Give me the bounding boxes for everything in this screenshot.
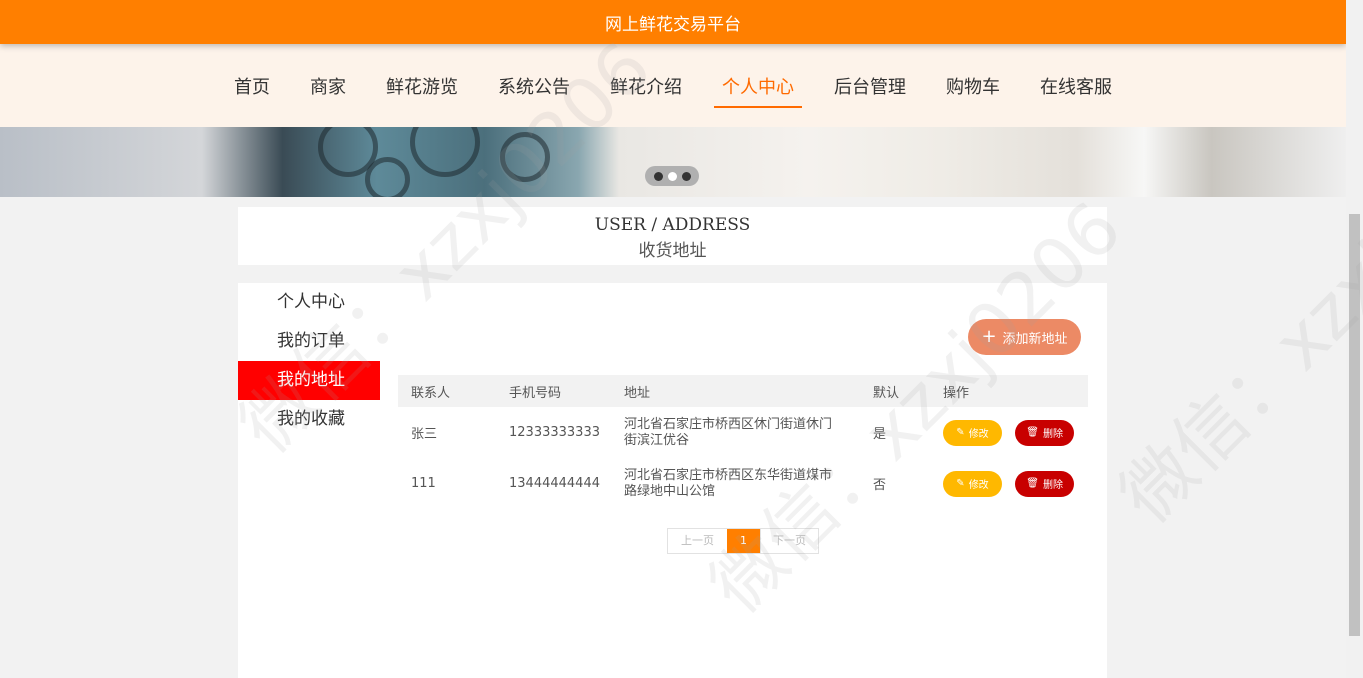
- main-nav: 首页 商家 鲜花游览 系统公告 鲜花介绍 个人中心 后台管理 购物车 在线客服: [0, 44, 1346, 127]
- section-title-zh: 收货地址: [638, 241, 707, 261]
- next-page-button[interactable]: 下一页: [760, 529, 818, 553]
- section-heading: USER / ADDRESS 收货地址: [238, 207, 1107, 265]
- sidebar-item-personal-center[interactable]: 个人中心: [238, 283, 380, 322]
- delete-button[interactable]: 🗑 删除: [1015, 419, 1075, 446]
- nav-item-personal-center[interactable]: 个人中心: [714, 69, 802, 108]
- column-header-address: 地址: [624, 385, 651, 401]
- edit-label: 修改: [968, 429, 989, 440]
- edit-button[interactable]: ✎ 修改: [943, 419, 1002, 446]
- column-header-phone: 手机号码: [509, 385, 562, 401]
- sidebar-item-my-address[interactable]: 我的地址: [238, 361, 380, 400]
- nav-item-admin[interactable]: 后台管理: [826, 69, 914, 103]
- add-address-label: 添加新地址: [1002, 331, 1068, 347]
- edit-label: 修改: [968, 480, 989, 491]
- cell-contact: 张三: [411, 427, 438, 442]
- nav-item-cart[interactable]: 购物车: [938, 69, 1008, 103]
- pagination: 上一页 1 下一页: [667, 528, 819, 554]
- delete-label: 删除: [1042, 429, 1063, 440]
- sidebar-item-my-orders[interactable]: 我的订单: [238, 322, 380, 361]
- section-title-en: USER / ADDRESS: [594, 215, 751, 235]
- add-address-button[interactable]: + 添加新地址: [968, 319, 1081, 355]
- cell-actions: ✎ 修改 🗑 删除: [930, 458, 1088, 509]
- carousel-indicator: [645, 166, 699, 186]
- carousel-dot[interactable]: [681, 171, 691, 181]
- column-header-actions: 操作: [943, 385, 970, 401]
- table-row: 111 13444444444 河北省石家庄市桥西区东华街道煤市路绿地中山公馆 …: [398, 458, 1088, 509]
- user-sidebar: 个人中心 我的订单 我的地址 我的收藏: [238, 283, 380, 439]
- banner-image: [0, 127, 1346, 197]
- address-table: 联系人 手机号码 地址 默认 操作 张三 12333333333 河北省石家庄市…: [398, 375, 1088, 509]
- page-scrollbar[interactable]: [1346, 0, 1363, 678]
- carousel-dot-active[interactable]: [667, 171, 677, 181]
- trash-icon: 🗑: [1026, 427, 1039, 438]
- nav-item-customer-service[interactable]: 在线客服: [1032, 69, 1120, 103]
- column-header-contact: 联系人: [411, 385, 451, 401]
- cell-contact: 111: [411, 476, 436, 491]
- pencil-icon: ✎: [956, 478, 965, 489]
- cell-default: 否: [873, 478, 887, 493]
- page-number-current[interactable]: 1: [727, 529, 760, 553]
- table-row: 张三 12333333333 河北省石家庄市桥西区休门街道休门街滨江优谷 是 ✎…: [398, 407, 1088, 458]
- cell-phone: 12333333333: [509, 425, 600, 440]
- edit-button[interactable]: ✎ 修改: [943, 470, 1002, 497]
- table-header-row: 联系人 手机号码 地址 默认 操作: [398, 375, 1088, 407]
- plus-icon: +: [981, 326, 997, 347]
- trash-icon: 🗑: [1026, 478, 1039, 489]
- cell-default: 是: [873, 427, 887, 442]
- cell-phone: 13444444444: [509, 476, 600, 491]
- nav-item-announcements[interactable]: 系统公告: [490, 69, 578, 103]
- prev-page-button[interactable]: 上一页: [668, 529, 727, 553]
- delete-label: 删除: [1042, 480, 1063, 491]
- carousel-dot[interactable]: [653, 171, 663, 181]
- site-title: 网上鲜花交易平台: [605, 14, 741, 35]
- cell-actions: ✎ 修改 🗑 删除: [930, 407, 1088, 458]
- delete-button[interactable]: 🗑 删除: [1015, 470, 1075, 497]
- sidebar-item-my-favorites[interactable]: 我的收藏: [238, 400, 380, 439]
- top-header: 网上鲜花交易平台: [0, 0, 1346, 44]
- cell-address: 河北省石家庄市桥西区东华街道煤市路绿地中山公馆: [624, 467, 833, 499]
- nav-item-home[interactable]: 首页: [226, 69, 278, 103]
- pencil-icon: ✎: [956, 427, 965, 438]
- nav-item-merchants[interactable]: 商家: [302, 69, 354, 103]
- scrollbar-thumb[interactable]: [1349, 214, 1360, 636]
- nav-item-flower-browse[interactable]: 鲜花游览: [378, 69, 466, 103]
- cell-address: 河北省石家庄市桥西区休门街道休门街滨江优谷: [624, 416, 833, 448]
- nav-item-flower-intro[interactable]: 鲜花介绍: [602, 69, 690, 103]
- address-panel: 个人中心 我的订单 我的地址 我的收藏 + 添加新地址 联系人 手机号码 地址 …: [238, 283, 1107, 678]
- column-header-default: 默认: [873, 385, 900, 401]
